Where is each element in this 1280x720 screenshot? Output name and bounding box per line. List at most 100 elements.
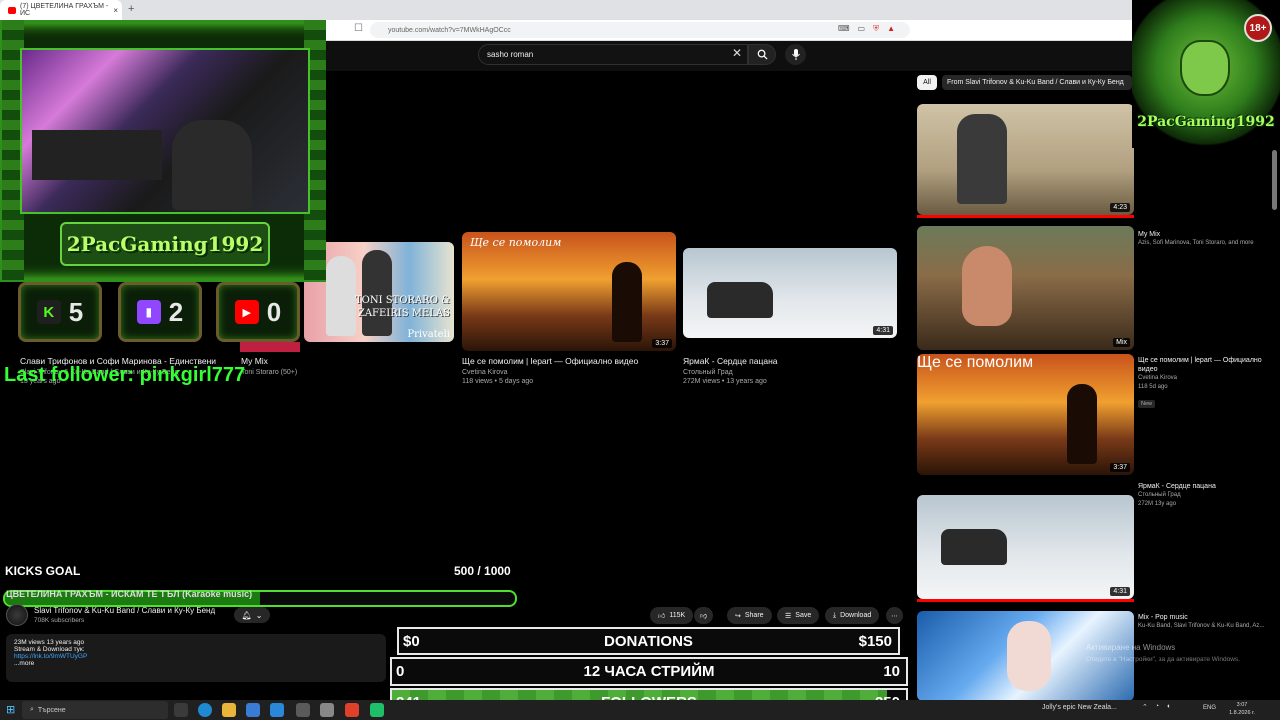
browser-tab[interactable]: (7) ЦВЕТЕЛИНА ГРАХЪМ - ИС ×	[0, 0, 122, 20]
person-figure	[957, 114, 1007, 204]
video-thumbnail-my-mix[interactable]: TONI STORARO & ZAFEIRIS MELAS Privateli	[304, 242, 454, 342]
sidebar-title[interactable]: Ще се помолим | lepart — Официално видео	[1138, 356, 1278, 374]
description-more[interactable]: ...more	[14, 660, 378, 667]
donations-label: DONATIONS	[604, 632, 693, 650]
download-button[interactable]: ⤓ Download	[825, 607, 880, 624]
taskbar-search-placeholder: Търсене	[37, 706, 66, 714]
donations-goal: $150	[858, 632, 892, 650]
video-title[interactable]: Ще се помолим | lepart — Официално видео	[462, 356, 638, 366]
sidebar-item-text: My Mix Azis, Sofi Marinova, Toni Storaro…	[1138, 230, 1278, 248]
sidebar-meta: 272M 13y ago	[1138, 501, 1177, 507]
sidebar-title[interactable]: ЯрмаК - Сердце пацана	[1138, 482, 1278, 491]
streamer-figure	[172, 120, 252, 210]
video-title-under-bar: ЦВЕТЕЛИНА ГРАХЪМ - ИСКАМ ТЕ ТЪЛ (Karaoke…	[6, 589, 253, 599]
app-icon[interactable]	[296, 703, 310, 717]
stream-label: 12 ЧАСА СТРИЙМ	[583, 663, 715, 680]
streamer-logo: 18+ 2PacGaming1992	[1132, 0, 1280, 148]
url-field[interactable]: youtube.com/watch?v=7MWkHAgOCcc	[370, 22, 910, 38]
sidebar-meta: 118 5d ago	[1138, 384, 1168, 390]
warning-icon[interactable]: ▲	[887, 24, 895, 34]
sidebar-item-text: Ще се помолим | lepart — Официално видео…	[1138, 356, 1278, 410]
store-icon[interactable]	[246, 703, 260, 717]
page-scrollbar[interactable]	[1272, 150, 1277, 210]
mail-icon[interactable]	[270, 703, 284, 717]
notification-bell-button[interactable]: 🔔︎ ⌄	[234, 607, 270, 623]
mix-stack-stripe	[240, 342, 300, 352]
clear-search-icon[interactable]: ✕	[732, 46, 742, 60]
activate-windows-title: Активиране на Windows	[1086, 643, 1176, 652]
task-view-icon[interactable]	[174, 703, 188, 717]
age-restriction-badge: 18+	[1244, 14, 1272, 42]
channel-name[interactable]: Slavi Trifonov & Ku-Ku Band / Слави и Ку…	[34, 606, 215, 615]
webcam-video	[20, 48, 310, 214]
save-label: Save	[795, 612, 812, 619]
dislike-button[interactable]: 👎︎	[694, 607, 714, 624]
video-channel[interactable]: Стольный Град	[683, 368, 733, 377]
sidebar-channel[interactable]: Cvetina Kirova	[1138, 374, 1278, 383]
obs-icon[interactable]	[370, 703, 384, 717]
video-title[interactable]: ЯрмаК - Сердце пацана	[683, 356, 778, 366]
app-icon[interactable]	[320, 703, 334, 717]
stream-hours-panel: 0 12 ЧАСА СТРИЙМ 10	[390, 657, 908, 686]
duration-badge: 4:23	[1110, 203, 1130, 212]
sidebar-title[interactable]: Mix - Pop music	[1138, 613, 1278, 622]
translate-icon[interactable]: ⌨	[838, 24, 850, 34]
file-explorer-icon[interactable]	[222, 703, 236, 717]
thumbs-up-icon: 👍︎	[658, 613, 666, 620]
thumbnail-cover-title: Ще се помолим	[470, 236, 562, 249]
cast-icon[interactable]: ▭	[858, 24, 866, 34]
download-label: Download	[840, 612, 872, 619]
stream-goal: 10	[883, 663, 900, 680]
video-channel[interactable]: Toni Storaro (50+)	[241, 368, 297, 377]
search-input[interactable]: sasho roman	[478, 44, 748, 65]
kick-count: 5	[68, 296, 84, 327]
system-tray[interactable]: ⌃ ◔ ◖	[1142, 703, 1170, 711]
duration-badge: 3:37	[1110, 463, 1130, 472]
desk-shape	[32, 130, 162, 180]
sidebar-thumbnail[interactable]: 4:23	[917, 104, 1134, 215]
sidebar-thumbnail-mix[interactable]: Mix	[917, 226, 1134, 350]
sidebar-channel[interactable]: Стольный Град	[1138, 491, 1278, 500]
edge-icon[interactable]	[198, 703, 212, 717]
more-actions-button[interactable]: ⋯	[886, 607, 903, 624]
language-indicator[interactable]: ENG	[1203, 705, 1216, 711]
tab-close-icon[interactable]: ×	[113, 6, 118, 15]
chip-from-channel[interactable]: From Slavi Trifonov & Ku-Ku Band / Слави…	[942, 75, 1132, 90]
person-figure	[962, 246, 1012, 326]
new-tab-button[interactable]: +	[128, 3, 134, 15]
video-thumbnail-shte-se-pomolim[interactable]: Ще се помолим 3:37	[462, 232, 676, 351]
channel-avatar[interactable]	[6, 604, 28, 626]
mic-icon	[791, 49, 800, 60]
share-label: Share	[744, 612, 764, 619]
network-icon: ◔	[1154, 703, 1160, 710]
brave-icon[interactable]	[345, 703, 359, 717]
car-shape	[941, 529, 1007, 565]
taskbar-search[interactable]: ⌕ Търсене	[22, 701, 168, 719]
like-button[interactable]: 👍︎ 115K	[650, 607, 694, 624]
video-channel[interactable]: Cvetina Kirova	[462, 368, 508, 377]
person-figure	[1007, 621, 1051, 691]
sidebar-title[interactable]: My Mix	[1138, 230, 1278, 239]
bookmark-icon[interactable]: ☐	[354, 23, 363, 34]
thumbnail-cover-text: TONI STORARO & ZAFEIRIS MELAS	[354, 295, 450, 319]
taskbar-clock[interactable]: 3:07 1.8.2026 г.	[1222, 701, 1262, 717]
shield-icon[interactable]: ⛨	[873, 24, 879, 34]
share-button[interactable]: ↪ Share	[727, 607, 772, 624]
search-button[interactable]	[748, 44, 776, 65]
watch-progress-bar	[917, 215, 1134, 218]
taskbar-notification[interactable]: Jolly's epic New Zeala...	[1042, 704, 1117, 711]
voice-search-button[interactable]	[785, 44, 806, 65]
windows-start-icon[interactable]: ⊞	[6, 703, 15, 716]
kicks-goal-count: 500 / 1000	[454, 564, 511, 578]
browser-tab-bar	[0, 0, 1132, 20]
watch-progress-bar	[917, 599, 1134, 602]
video-thumbnail-yarmak[interactable]: 4:31	[683, 248, 897, 338]
chip-all[interactable]: All	[917, 75, 937, 90]
description-box[interactable]: 23M views 13 years ago Stream & Download…	[6, 634, 386, 682]
description-link[interactable]: https://lnk.to/9mWTUyGP	[14, 653, 378, 660]
save-button[interactable]: ☰ Save	[777, 607, 820, 624]
sidebar-thumbnail[interactable]: 4:31	[917, 495, 1134, 599]
sidebar-thumbnail[interactable]: Ще се помолим 3:37	[917, 354, 1134, 475]
download-icon: ⤓	[833, 611, 837, 619]
car-shape	[707, 282, 773, 318]
